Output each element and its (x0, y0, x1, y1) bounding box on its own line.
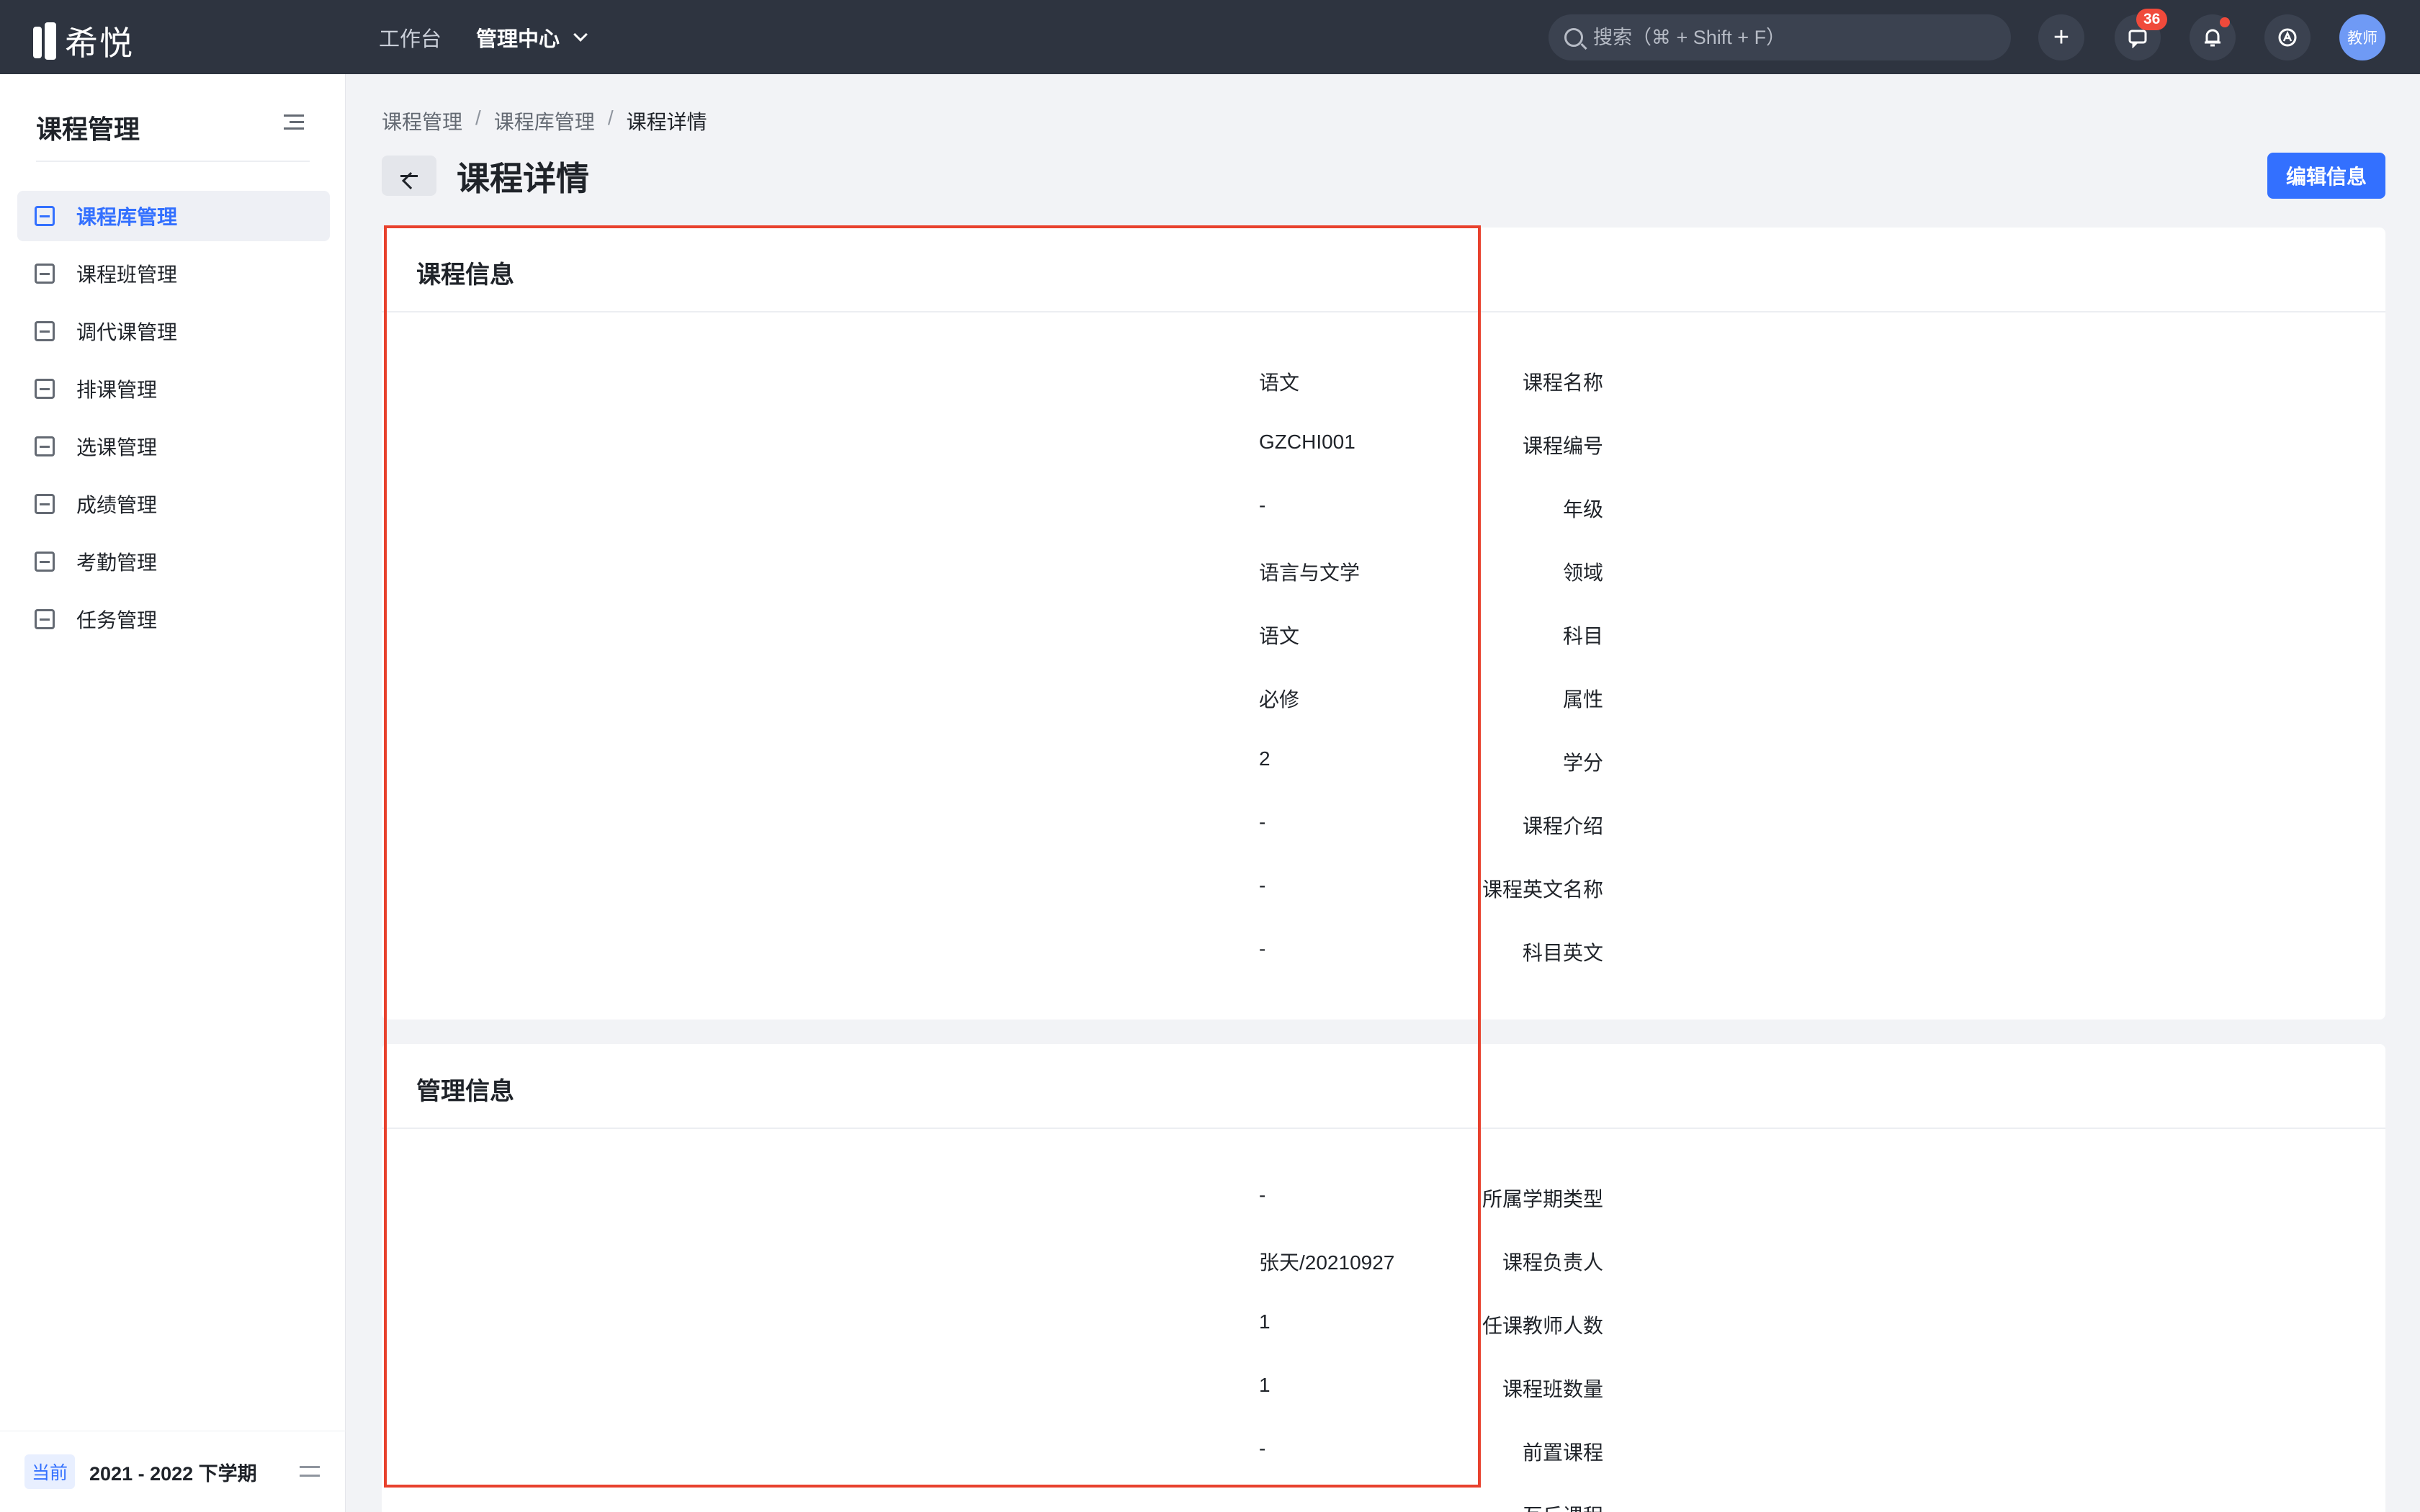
sidebar-menu: 课程库管理 课程班管理 调代课管理 排课管理 选课管理 成绩管理 考勤管理 任务… (17, 191, 330, 652)
sidebar: 课程管理 课程库管理 课程班管理 调代课管理 排课管理 选课管理 成绩管理 考勤… (0, 74, 346, 1512)
sidebar-item-grades[interactable]: 成绩管理 (17, 479, 330, 529)
course-library-icon (35, 206, 55, 226)
sidebar-item-label: 排课管理 (76, 379, 158, 401)
term-selector[interactable]: 当前 2021 - 2022 下学期 (0, 1431, 346, 1512)
breadcrumb-separator: / (607, 107, 614, 129)
breadcrumb-item[interactable]: 课程管理 (382, 107, 462, 135)
sidebar-item-substitute[interactable]: 调代课管理 (17, 306, 330, 356)
breadcrumb-item[interactable]: 课程库管理 (494, 107, 595, 135)
sidebar-item-label: 课程库管理 (76, 206, 178, 228)
sidebar-title: 课程管理 (36, 114, 140, 144)
sidebar-item-label: 考勤管理 (76, 552, 158, 574)
breadcrumb-separator: / (475, 107, 481, 129)
field-label: 互斥课程 (1243, 1500, 1603, 1512)
chevron-down-icon (573, 27, 588, 42)
top-navigation-bar: 希悦 工作台 管理中心 + 36 教师 (0, 0, 2420, 74)
substitute-icon (35, 321, 55, 341)
sidebar-item-tasks[interactable]: 任务管理 (17, 594, 330, 644)
back-button[interactable] (382, 156, 436, 196)
logo-icon (33, 22, 58, 60)
sidebar-item-course-selection[interactable]: 选课管理 (17, 421, 330, 472)
collapse-sidebar-icon[interactable] (284, 113, 304, 130)
sidebar-item-course-library[interactable]: 课程库管理 (17, 191, 330, 241)
app-logo[interactable]: 希悦 (33, 17, 134, 65)
task-list-icon (35, 609, 55, 629)
nav-management-center-label: 管理中心 (476, 27, 560, 51)
sidebar-item-label: 成绩管理 (76, 494, 158, 516)
search-icon (1564, 28, 1583, 47)
calendar-icon (35, 552, 55, 572)
sidebar-item-scheduling[interactable]: 排课管理 (17, 364, 330, 414)
page-title: 课程详情 (457, 160, 589, 197)
top-nav: 工作台 管理中心 (379, 0, 620, 74)
nav-management-center[interactable]: 管理中心 (476, 22, 588, 53)
highlight-box (384, 225, 1481, 1488)
current-term: 2021 - 2022 下学期 (89, 1462, 257, 1485)
logo-text: 希悦 (65, 24, 134, 62)
checkbox-icon (35, 436, 55, 456)
arrow-left-icon (400, 174, 418, 177)
global-search[interactable] (1549, 14, 2011, 60)
plus-icon: + (2053, 22, 2070, 53)
sidebar-item-attendance[interactable]: 考勤管理 (17, 536, 330, 587)
notifications-button[interactable] (2190, 14, 2236, 60)
notification-dot (2220, 17, 2230, 27)
edit-info-button[interactable]: 编辑信息 (2267, 153, 2385, 199)
breadcrumb: 课程管理 / 课程库管理 / 课程详情 (382, 107, 707, 135)
field-row: 互斥课程- (382, 1500, 2385, 1512)
nav-workbench-label: 工作台 (379, 27, 442, 51)
scheduling-icon (35, 379, 55, 399)
sidebar-item-label: 课程班管理 (76, 264, 178, 286)
create-button[interactable]: + (2038, 14, 2084, 60)
current-term-tag: 当前 (24, 1454, 76, 1489)
messages-badge: 36 (2136, 9, 2168, 30)
app-store-icon (2278, 28, 2297, 47)
swap-icon[interactable] (300, 1463, 321, 1480)
search-input[interactable] (1593, 26, 1996, 49)
app-store-button[interactable] (2264, 14, 2311, 60)
sidebar-divider (36, 161, 310, 162)
sidebar-item-label: 选课管理 (76, 436, 158, 459)
messages-button[interactable]: 36 (2115, 9, 2168, 60)
field-value: - (1259, 1500, 1266, 1512)
course-class-icon (35, 264, 55, 284)
user-avatar[interactable]: 教师 (2339, 14, 2385, 60)
grades-icon (35, 494, 55, 514)
bell-icon (2205, 29, 2220, 47)
sidebar-item-course-class[interactable]: 课程班管理 (17, 248, 330, 299)
sidebar-item-label: 调代课管理 (76, 321, 178, 343)
nav-workbench[interactable]: 工作台 (379, 22, 442, 53)
breadcrumb-current: 课程详情 (626, 111, 707, 133)
sidebar-item-label: 任务管理 (76, 609, 158, 631)
